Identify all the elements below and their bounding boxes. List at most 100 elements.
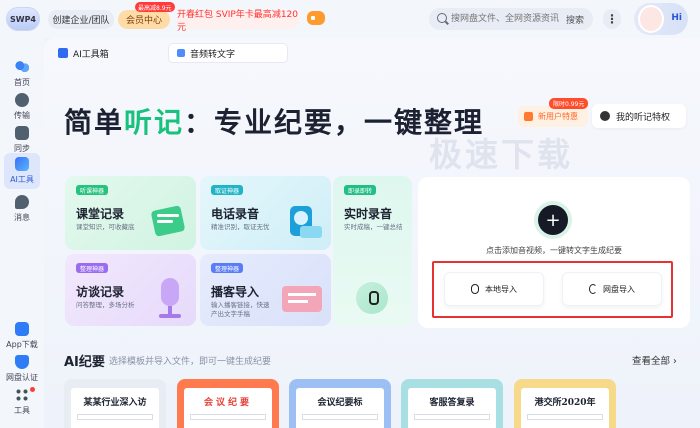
tab-label: 音频转文字 bbox=[190, 49, 236, 60]
search-icon bbox=[437, 13, 447, 23]
microphone-icon bbox=[471, 284, 479, 294]
more-options-icon[interactable]: ⋮ bbox=[603, 9, 621, 29]
app-download-icon bbox=[15, 322, 29, 336]
sidebar-item-label: 首页 bbox=[14, 78, 30, 87]
template-title: 港交所2020年 bbox=[534, 398, 596, 408]
card-subtitle: 精准识别，取证无忧 bbox=[211, 223, 270, 231]
phone-illustration-icon bbox=[290, 206, 322, 238]
vip-center-button[interactable]: 会员中心 bbox=[118, 10, 170, 29]
template-title: 会议纪要 bbox=[203, 398, 252, 408]
section-subtitle: 选择模板并导入文件，即可一键生成纪要 bbox=[109, 357, 272, 367]
template-card[interactable]: 会议纪要标 bbox=[289, 379, 391, 428]
template-card[interactable]: 某某行业深入访 bbox=[64, 379, 166, 428]
upload-hint: 点击添加音视频，一键转文字生成纪要 bbox=[486, 246, 622, 255]
new-user-label: 新用户特惠 bbox=[538, 112, 578, 121]
card-title: 访谈记录 bbox=[76, 285, 125, 299]
microphone-record-button[interactable] bbox=[356, 282, 388, 314]
my-privilege-button[interactable]: 我的听记特权 bbox=[592, 104, 686, 128]
card-subtitle: 输入播客链接，快速产出文字手稿 bbox=[211, 301, 270, 318]
sidebar: 首页 传输 同步 AI工具 消息 App下载 网盘认证 工具 bbox=[0, 38, 44, 428]
card-title: 课堂记录 bbox=[76, 207, 125, 221]
add-media-button[interactable]: + bbox=[538, 205, 568, 235]
card-subtitle: 课堂知识，可收藏底 bbox=[76, 223, 135, 231]
template-paper: 某某行业深入访 bbox=[71, 388, 159, 428]
card-title: 播客导入 bbox=[211, 285, 260, 299]
template-line bbox=[77, 414, 153, 420]
upload-panel: + 点击添加音视频，一键转文字生成纪要 本地导入 网盘导入 bbox=[418, 177, 690, 328]
sidebar-item-tools[interactable]: 工具 bbox=[4, 384, 40, 420]
see-all-link[interactable]: 查看全部 › bbox=[632, 353, 677, 367]
gift-icon bbox=[524, 112, 533, 121]
cloud-import-button[interactable]: 网盘导入 bbox=[562, 272, 662, 306]
sidebar-item-app-download[interactable]: App下载 bbox=[4, 318, 40, 354]
local-import-button[interactable]: 本地导入 bbox=[444, 272, 544, 306]
watermark: 极速下载 bbox=[429, 135, 573, 174]
template-paper: 港交所2020年 bbox=[521, 388, 609, 428]
tab-ai-toolbox[interactable]: AI工具箱 bbox=[54, 43, 132, 63]
sidebar-item-transfer[interactable]: 传输 bbox=[4, 89, 40, 125]
template-line bbox=[414, 414, 490, 420]
sidebar-item-messages[interactable]: 消息 bbox=[4, 191, 40, 227]
template-line bbox=[527, 414, 603, 420]
privilege-label: 我的听记特权 bbox=[616, 112, 671, 123]
notebook-illustration-icon bbox=[151, 205, 185, 237]
promo-banner[interactable]: 开春红包 SVIP年卡最高减120元 bbox=[177, 10, 299, 33]
sidebar-item-home[interactable]: 首页 bbox=[4, 56, 40, 92]
search-input[interactable] bbox=[451, 11, 561, 27]
card-badge: 整理神器 bbox=[211, 263, 244, 273]
template-paper: 会议纪要 bbox=[184, 388, 272, 428]
refresh-icon bbox=[589, 284, 597, 294]
template-title: 客服答复录 bbox=[429, 398, 475, 408]
search-button[interactable]: 搜索 bbox=[566, 13, 584, 26]
tab-audio-to-text[interactable]: 音频转文字 bbox=[168, 43, 288, 63]
sidebar-item-ai-tools[interactable]: AI工具 bbox=[4, 153, 40, 189]
tab-label: AI工具箱 bbox=[73, 49, 109, 60]
sync-icon bbox=[15, 126, 29, 140]
template-line bbox=[190, 414, 266, 420]
sidebar-item-label: 网盘认证 bbox=[6, 373, 38, 382]
local-import-label: 本地导入 bbox=[485, 284, 517, 294]
card-badge: 即录即转 bbox=[344, 185, 377, 195]
sidebar-item-label: 传输 bbox=[14, 111, 30, 120]
limited-offer-tag: 限时0.99元 bbox=[549, 98, 589, 109]
ai-toolbox-icon bbox=[58, 48, 68, 58]
template-paper: 会议纪要标 bbox=[296, 388, 384, 428]
gamepad-icon[interactable] bbox=[307, 11, 325, 25]
sidebar-item-label: App下载 bbox=[6, 340, 38, 349]
main-content: AI工具箱 音频转文字 简单听记：专业纪要，一键整理 极速下载 新用户特惠 限时… bbox=[44, 38, 700, 428]
template-card[interactable]: 会议纪要 bbox=[177, 379, 279, 428]
sidebar-item-label: 消息 bbox=[14, 213, 30, 222]
top-bar: SWP4 创建企业/团队 会员中心 最高减8.9元 开春红包 SVIP年卡最高减… bbox=[0, 0, 700, 38]
user-avatar[interactable]: Hi bbox=[634, 3, 688, 35]
card-podcast-import[interactable]: 整理神器 播客导入 输入播客链接，快速产出文字手稿 bbox=[200, 254, 331, 326]
card-subtitle: 问答整理，多场分析 bbox=[76, 301, 135, 309]
cloud-import-label: 网盘导入 bbox=[603, 284, 635, 294]
card-interview-record[interactable]: 整理神器 访谈记录 问答整理，多场分析 bbox=[65, 254, 196, 326]
new-user-offer-button[interactable]: 新用户特惠 bbox=[518, 106, 588, 127]
template-title: 某某行业深入访 bbox=[83, 398, 147, 408]
card-title: 实时录音 bbox=[344, 207, 393, 221]
section-title: AI纪要 bbox=[64, 355, 105, 370]
template-card[interactable]: 客服答复录 bbox=[401, 379, 503, 428]
user-icon bbox=[600, 111, 610, 121]
hero-title: 简单听记：专业纪要，一键整理 bbox=[64, 101, 484, 141]
tools-icon bbox=[15, 388, 29, 402]
cloud-icon bbox=[15, 60, 29, 74]
create-team-button[interactable]: 创建企业/团队 bbox=[48, 10, 114, 29]
transfer-icon bbox=[15, 93, 29, 107]
podcast-illustration-icon bbox=[282, 286, 322, 312]
sidebar-item-label: 工具 bbox=[14, 406, 30, 415]
notification-dot bbox=[30, 387, 35, 392]
template-paper: 客服答复录 bbox=[408, 388, 496, 428]
template-card[interactable]: 港交所2020年 bbox=[514, 379, 616, 428]
avatar-greeting: Hi bbox=[671, 13, 682, 23]
app-logo[interactable]: SWP4 bbox=[6, 7, 40, 31]
ai-tools-icon bbox=[15, 157, 29, 171]
card-phone-recording[interactable]: 取证神器 电话录音 精准识别，取证无忧 bbox=[200, 176, 331, 250]
card-classroom-record[interactable]: 听课神器 课堂记录 课堂知识，可收藏底 bbox=[65, 176, 196, 250]
sidebar-item-label: AI工具 bbox=[10, 175, 34, 184]
sidebar-item-certification[interactable]: 网盘认证 bbox=[4, 351, 40, 387]
template-title: 会议纪要标 bbox=[317, 398, 363, 408]
card-badge: 听课神器 bbox=[76, 185, 109, 195]
template-line bbox=[302, 414, 378, 420]
